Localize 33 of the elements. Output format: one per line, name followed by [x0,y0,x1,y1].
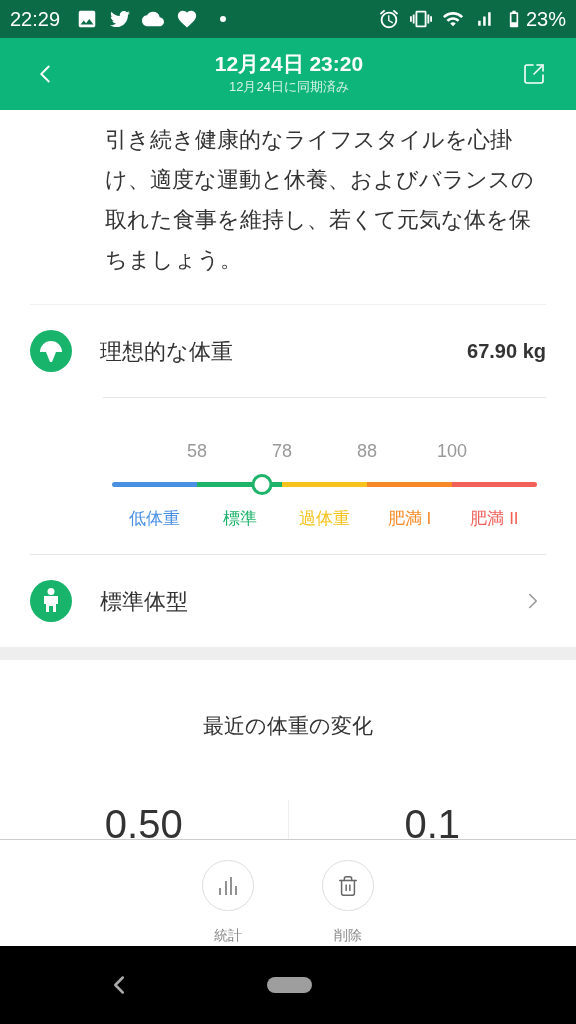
clock-text: 22:29 [10,7,61,32]
scale-tick: 78 [272,440,292,463]
home-pill[interactable] [267,977,312,993]
scale-label: 標準 [222,508,257,530]
ideal-weight-value: 67.90 kg [467,339,546,364]
advice-text: 引き続き健康的なライフスタイルを心掛け、適度な運動と休養、およびバランスの取れた食事を維持し、若くて元気な体を保ちましょう。 [104,126,535,274]
change-value: 0.1 [404,800,461,840]
scale-tick: 88 [357,440,377,463]
scale-label: 過体重 [299,508,350,530]
person-icon [30,580,72,622]
gauge-icon [30,330,72,372]
section-title: 最近の体重の変化 [202,713,374,739]
body-type-row[interactable]: 標準体型 [0,555,576,647]
body-type-label: 標準体型 [100,587,188,616]
scale-tick: 100 [437,440,467,463]
sync-subtitle: 12月24日に同期済み [229,78,349,97]
toolbar-label: 統計 [214,926,242,945]
scale-tick: 58 [187,440,207,463]
bar-chart-icon [218,876,238,895]
change-value: 0.50 [104,800,183,840]
ideal-weight-label: 理想的な体重 [100,337,233,366]
vibrate-icon [409,8,432,30]
scale-label: 低体重 [129,508,180,530]
share-button[interactable] [522,62,546,86]
scale-label: 肥満 I [387,508,432,530]
scale-label: 肥満 II [470,508,519,530]
toolbar-label: 削除 [334,926,362,945]
header-title: 12月24日 23:20 [214,51,364,78]
trash-icon [337,874,359,897]
bird-icon [110,9,131,29]
heart-icon [176,8,199,30]
battery-text: 23% [525,7,566,32]
alarm-icon [377,8,400,30]
